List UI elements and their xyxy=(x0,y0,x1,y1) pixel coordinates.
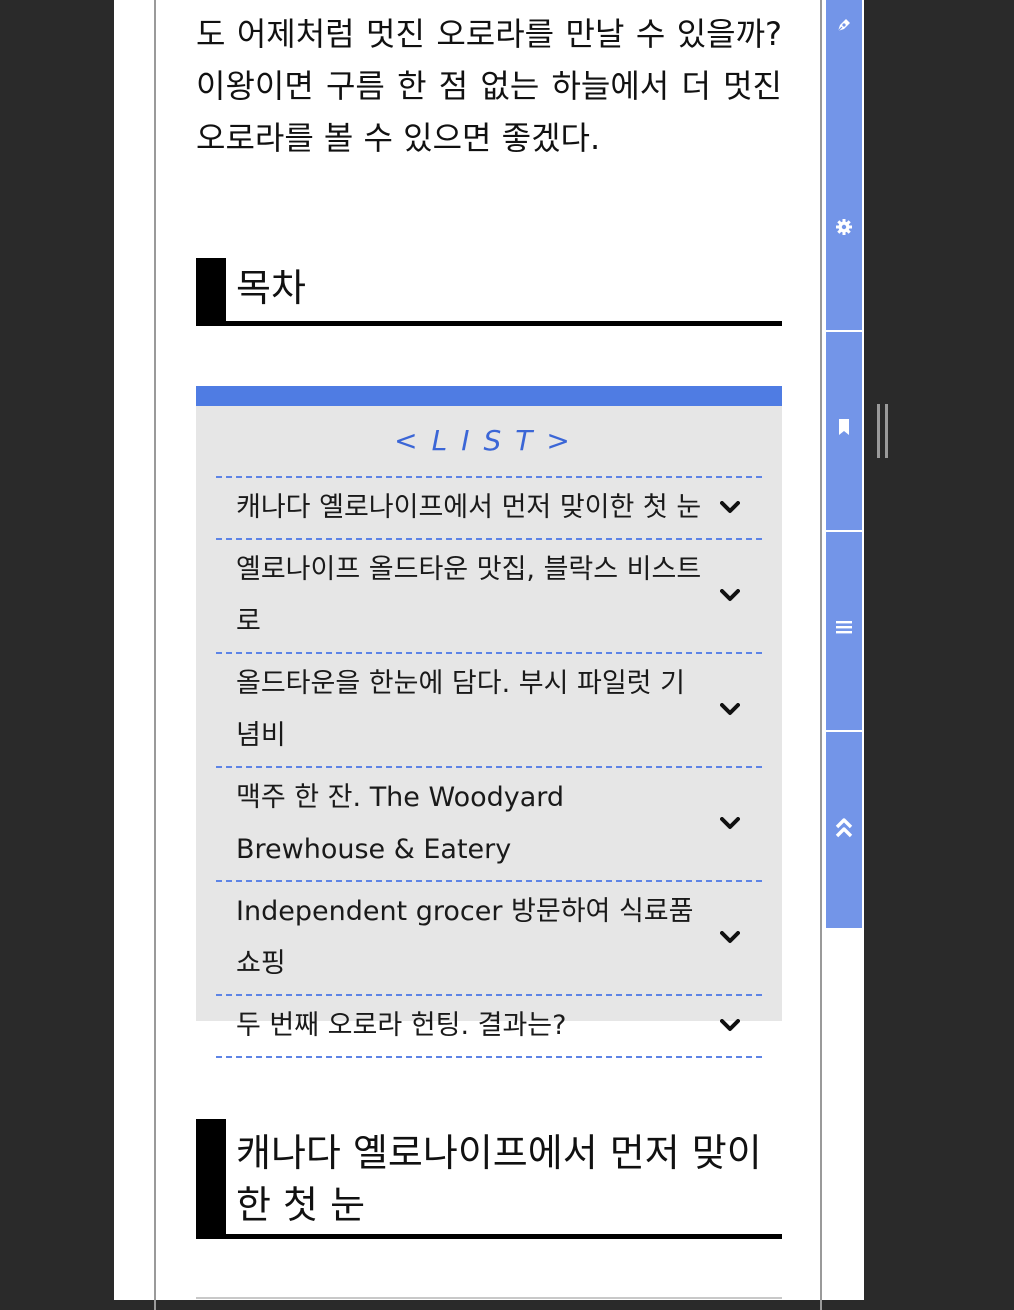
side-toolbar xyxy=(826,0,862,928)
chevron-down-icon xyxy=(720,1019,740,1031)
chevron-down-icon xyxy=(720,589,740,601)
toc-item-label: 맥주 한 잔. The Woodyard Brewhouse & Eatery xyxy=(236,782,565,865)
menu-button[interactable] xyxy=(826,532,862,730)
toc-accent-bar xyxy=(196,386,782,406)
double-chevron-up-icon xyxy=(835,818,853,838)
resize-handle[interactable] xyxy=(877,404,891,458)
divider xyxy=(196,1297,782,1299)
bookmark-icon xyxy=(839,419,849,435)
toc-item[interactable]: Independent grocer 방문하여 식료품 쇼핑 xyxy=(216,882,762,996)
chevron-down-icon xyxy=(720,931,740,943)
toc-list: 캐나다 옐로나이프에서 먼저 맞이한 첫 눈 옐로나이프 올드타운 맛집, 블락… xyxy=(216,476,762,1058)
intro-paragraph: 도 어제처럼 멋진 오로라를 만날 수 있을까? 이왕이면 구름 한 점 없는 … xyxy=(196,15,782,157)
pen-icon xyxy=(837,19,850,32)
toc-box: <LIST> 캐나다 옐로나이프에서 먼저 맞이한 첫 눈 옐로나이프 올드타운… xyxy=(196,386,782,1058)
toc-item[interactable]: 맥주 한 잔. The Woodyard Brewhouse & Eatery xyxy=(216,768,762,882)
settings-button[interactable] xyxy=(826,132,862,330)
chevron-down-icon xyxy=(720,703,740,715)
toc-heading: 목차 xyxy=(196,258,782,326)
menu-icon xyxy=(836,621,852,634)
toc-item-label: 올드타운을 한눈에 담다. 부시 파일럿 기념비 xyxy=(236,668,685,751)
chevron-down-icon xyxy=(720,817,740,829)
gear-icon xyxy=(836,219,852,235)
bookmark-button[interactable] xyxy=(826,332,862,530)
toc-item-label: 캐나다 옐로나이프에서 먼저 맞이한 첫 눈 xyxy=(236,492,702,523)
grip-line xyxy=(877,404,880,458)
section-heading: 캐나다 옐로나이프에서 먼저 맞이한 첫 눈 xyxy=(196,1119,782,1239)
toc-item[interactable]: 캐나다 옐로나이프에서 먼저 맞이한 첫 눈 xyxy=(216,478,762,540)
toc-item-label: 옐로나이프 올드타운 맛집, 블락스 비스트로 xyxy=(236,554,702,637)
toc-title: <LIST> xyxy=(394,424,584,457)
toc-item[interactable]: 옐로나이프 올드타운 맛집, 블락스 비스트로 xyxy=(216,540,762,654)
toc-item-label: 두 번째 오로라 헌팅. 결과는? xyxy=(236,1010,567,1041)
toc-item-label: Independent grocer 방문하여 식료품 쇼핑 xyxy=(236,896,694,979)
toc-item[interactable]: 올드타운을 한눈에 담다. 부시 파일럿 기념비 xyxy=(216,654,762,768)
toc-item[interactable]: 두 번째 오로라 헌팅. 결과는? xyxy=(216,996,762,1058)
chevron-down-icon xyxy=(720,501,740,513)
grip-line xyxy=(885,404,888,458)
scroll-top-button[interactable] xyxy=(826,732,862,928)
